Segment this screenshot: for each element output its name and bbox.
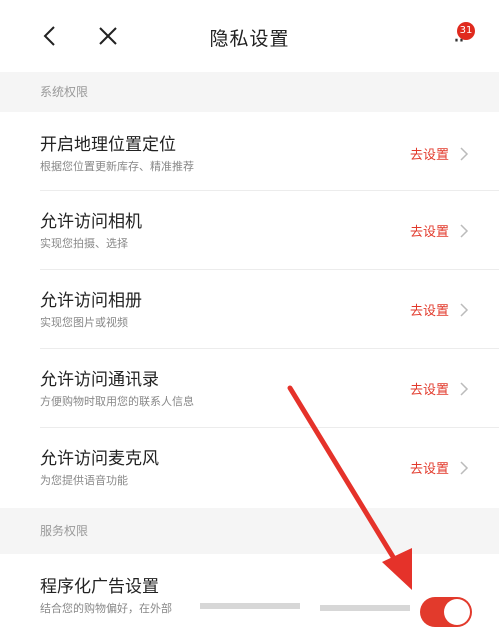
- section-label: 系统权限: [40, 85, 89, 99]
- row-subtitle: 结合您的购物偏好，在外部: [40, 602, 172, 615]
- chevron-right-icon: [460, 224, 469, 238]
- row-title: 允许访问相册: [40, 291, 142, 311]
- permission-row-microphone[interactable]: 允许访问麦克风 为您提供语音功能 去设置: [0, 428, 499, 508]
- section-label: 服务权限: [40, 524, 89, 538]
- row-subtitle: 实现您图片或视频: [40, 316, 128, 329]
- go-settings-link[interactable]: 去设置: [410, 300, 449, 319]
- ad-setting-toggle[interactable]: [420, 597, 472, 627]
- chevron-right-icon: [460, 382, 469, 396]
- go-settings-link[interactable]: 去设置: [410, 458, 449, 477]
- navigation-bar: 隐私设置 ·· 31: [0, 0, 499, 72]
- more-button[interactable]: ·· 31: [425, 22, 485, 56]
- chevron-right-icon: [460, 147, 469, 161]
- go-settings-link[interactable]: 去设置: [410, 144, 449, 163]
- permission-row-contacts[interactable]: 允许访问通讯录 方便购物时取用您的联系人信息 去设置: [0, 349, 499, 427]
- toggle-knob: [444, 599, 470, 625]
- obscured-text: [320, 605, 410, 611]
- permission-row-camera[interactable]: 允许访问相机 实现您拍摄、选择 去设置: [0, 191, 499, 269]
- chevron-right-icon: [460, 461, 469, 475]
- row-subtitle: 根据您位置更新库存、精准推荐: [40, 160, 194, 173]
- obscured-text: [200, 603, 300, 609]
- row-title: 程序化广告设置: [40, 577, 159, 597]
- chevron-right-icon: [460, 303, 469, 317]
- section-header-system: 系统权限: [0, 72, 499, 112]
- row-subtitle: 实现您拍摄、选择: [40, 237, 128, 250]
- row-subtitle: 方便购物时取用您的联系人信息: [40, 395, 194, 408]
- row-title: 允许访问通讯录: [40, 370, 159, 390]
- go-settings-link[interactable]: 去设置: [410, 379, 449, 398]
- row-title: 允许访问相机: [40, 212, 142, 232]
- notification-badge: 31: [457, 22, 475, 40]
- permission-row-album[interactable]: 允许访问相册 实现您图片或视频 去设置: [0, 270, 499, 348]
- row-title: 允许访问麦克风: [40, 449, 159, 469]
- row-subtitle: 为您提供语音功能: [40, 474, 128, 487]
- permission-row-location[interactable]: 开启地理位置定位 根据您位置更新库存、精准推荐 去设置: [0, 112, 499, 190]
- go-settings-link[interactable]: 去设置: [410, 221, 449, 240]
- section-header-service: 服务权限: [0, 508, 499, 554]
- row-title: 开启地理位置定位: [40, 135, 176, 155]
